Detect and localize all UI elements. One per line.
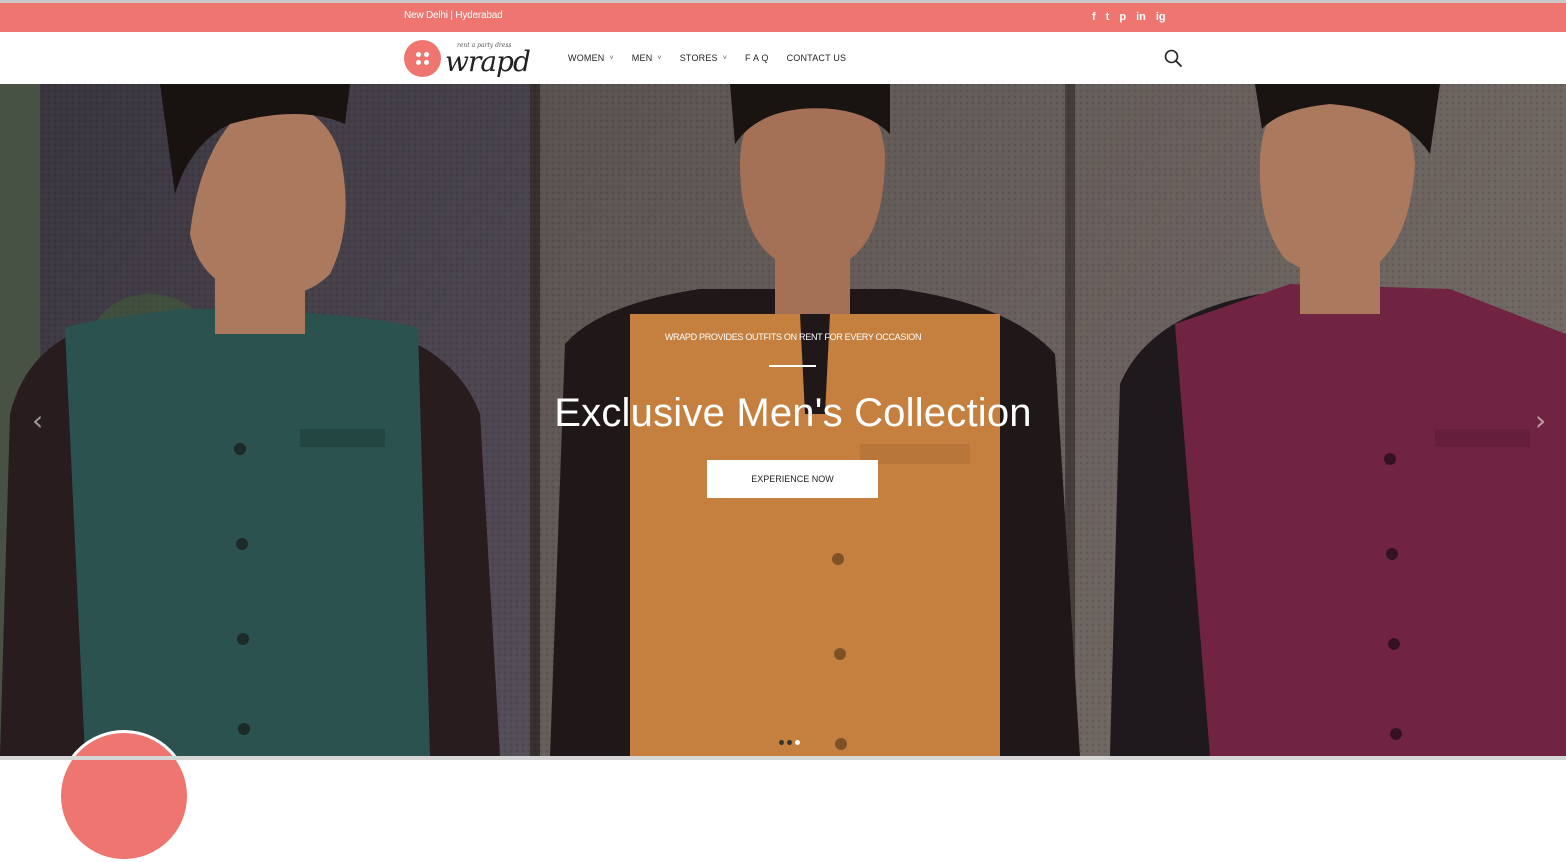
nav-item-label: CONTACT US (786, 53, 847, 63)
nav-item-label: STORES (679, 53, 718, 63)
nav-item-contact-us[interactable]: CONTACT US (787, 53, 847, 63)
experience-now-button[interactable]: EXPERIENCE NOW (707, 460, 878, 498)
nav-menu: WOMEN ˅ MEN ˅ STORES ˅ F A Q CONTACT US (568, 53, 864, 63)
slider-pagination (779, 740, 800, 745)
store-locations: New Delhi | Hyderabad (404, 10, 503, 21)
nav-item-men[interactable]: MEN ˅ (632, 53, 662, 63)
social-links: f t p in ig (1092, 10, 1166, 24)
instagram-icon[interactable]: ig (1156, 10, 1166, 24)
chevron-down-icon: ˅ (657, 54, 662, 62)
pinterest-icon[interactable]: p (1119, 10, 1126, 24)
logo-text: rent a party dress wrapd (445, 40, 531, 77)
hero-headline: Exclusive Men's Collection (554, 391, 1032, 435)
slider-dot-active[interactable] (795, 740, 800, 745)
hero-caption: WRAPD PROVIDES OUTFITS ON RENT FOR EVERY… (0, 84, 1566, 756)
nav-item-label: MEN (631, 53, 653, 63)
search-icon[interactable] (1164, 49, 1182, 67)
twitter-icon[interactable]: t (1106, 10, 1110, 24)
hero-subtitle: WRAPD PROVIDES OUTFITS ON RENT FOR EVERY… (664, 332, 922, 342)
facebook-icon[interactable]: f (1092, 10, 1096, 24)
hero-divider (769, 365, 816, 367)
logo-button-icon (404, 40, 441, 77)
logo-wordmark: wrapd (445, 45, 531, 78)
hero-slider: ‹ › WRAPD PROVIDES OUTFITS ON RENT FOR E… (0, 84, 1566, 756)
top-info-bar: New Delhi | Hyderabad f t p in ig (0, 3, 1566, 32)
nav-item-women[interactable]: WOMEN ˅ (568, 53, 614, 63)
slider-dot[interactable] (787, 740, 792, 745)
main-navigation: rent a party dress wrapd WOMEN ˅ MEN ˅ S… (0, 32, 1566, 84)
nav-item-stores[interactable]: STORES ˅ (680, 53, 727, 63)
linkedin-icon[interactable]: in (1136, 10, 1146, 24)
slider-dot[interactable] (779, 740, 784, 745)
nav-item-label: WOMEN (568, 53, 605, 63)
nav-item-label: F A Q (745, 53, 769, 63)
nav-item-faq[interactable]: F A Q (745, 53, 769, 63)
window-frame-bottom (0, 756, 1566, 760)
chevron-down-icon: ˅ (609, 54, 614, 62)
floating-badge[interactable] (58, 730, 190, 862)
chevron-down-icon: ˅ (722, 54, 728, 62)
brand-logo[interactable]: rent a party dress wrapd (404, 40, 531, 77)
